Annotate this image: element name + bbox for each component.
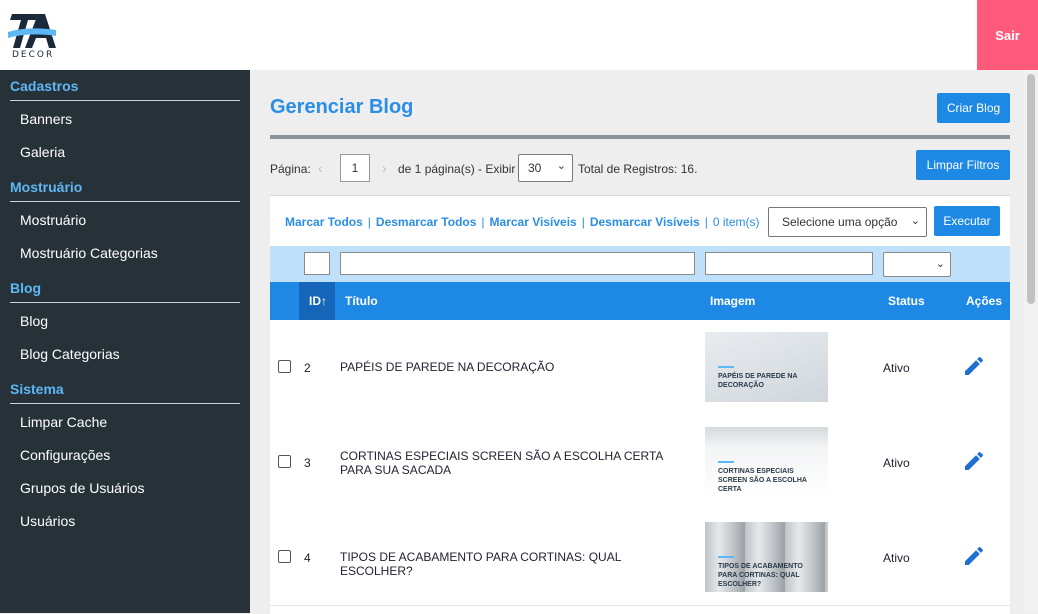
page-title: Gerenciar Blog [270, 96, 414, 118]
sidebar-item-grupos-de-usuarios[interactable]: Grupos de Usuários [20, 474, 240, 502]
unmark-all-link[interactable]: Desmarcar Todos [376, 215, 476, 229]
thumbnail-caption: CORTINAS ESPECIAIS SCREEN SÃO A ESCOLHA … [718, 468, 807, 493]
row-checkbox[interactable] [278, 455, 291, 468]
sidebar: Cadastros Banners Galeria Mostruário Mos… [0, 70, 250, 613]
next-page-icon[interactable]: › [382, 160, 387, 176]
filter-id-input[interactable] [304, 252, 330, 275]
row-status: Ativo [883, 456, 910, 470]
mark-visible-link[interactable]: Marcar Visíveis [490, 215, 577, 229]
row-status: Ativo [883, 361, 910, 375]
sidebar-section-blog: Blog [10, 272, 240, 303]
row-title: PAPÉIS DE PAREDE NA DECORAÇÃO [340, 360, 555, 374]
page-label: Página: [270, 162, 311, 176]
execute-button[interactable]: Executar [934, 206, 1000, 236]
page-scrollbar[interactable] [1024, 70, 1038, 613]
chevron-down-icon: ⌄ [910, 215, 920, 227]
sidebar-item-blog[interactable]: Blog [20, 307, 240, 335]
sidebar-item-mostruario[interactable]: Mostruário [20, 206, 240, 234]
title-divider [270, 135, 1010, 139]
row-thumbnail: CORTINAS ESPECIAIS SCREEN SÃO A ESCOLHA … [705, 427, 828, 497]
row-id: 2 [304, 361, 311, 375]
sidebar-item-usuarios[interactable]: Usuários [20, 507, 240, 535]
thumbnail-caption: TIPOS DE ACABAMENTO PARA CORTINAS: QUAL … [718, 563, 803, 588]
edit-pencil-icon[interactable] [962, 354, 986, 378]
sidebar-item-limpar-cache[interactable]: Limpar Cache [20, 408, 240, 436]
table-row: 2 PAPÉIS DE PAREDE NA DECORAÇÃO PAPÉIS D… [270, 320, 1010, 416]
row-checkbox[interactable] [278, 550, 291, 563]
filter-row: ⌄ [270, 246, 1010, 282]
edit-pencil-icon[interactable] [962, 449, 986, 473]
page-number-input[interactable]: 1 [340, 154, 370, 182]
sidebar-item-banners[interactable]: Banners [20, 105, 240, 133]
col-actions: Ações [966, 294, 1003, 308]
logo-word: DECOR [12, 50, 55, 60]
sort-id-column[interactable]: ID↑ [299, 282, 335, 320]
chevron-down-icon: ⌄ [935, 258, 945, 270]
row-status: Ativo [883, 551, 910, 565]
pagination-bar: Página: ‹ 1 › de 1 página(s) - Exibir 30… [270, 153, 1010, 183]
mark-all-link[interactable]: Marcar Todos [285, 215, 363, 229]
row-id: 3 [304, 456, 311, 470]
per-page-value: 30 [528, 161, 542, 175]
bulk-action-placeholder: Selecione uma opção [782, 215, 898, 229]
row-checkbox[interactable] [278, 360, 291, 373]
filter-image-input[interactable] [705, 252, 873, 275]
clear-filters-button[interactable]: Limpar Filtros [916, 150, 1010, 180]
total-records: Total de Registros: 16. [578, 162, 698, 176]
col-title[interactable]: Título [345, 294, 378, 308]
unmark-visible-link[interactable]: Desmarcar Visíveis [590, 215, 700, 229]
row-thumbnail: PAPÉIS DE PAREDE NA DECORAÇÃO [705, 332, 828, 402]
logout-button[interactable]: Sair [977, 0, 1038, 70]
blog-table-panel: Marcar Todos | Desmarcar Todos | Marcar Visí… [270, 195, 1010, 614]
per-page-select[interactable]: 30 ⌄ [518, 154, 573, 182]
scrollbar-thumb[interactable] [1027, 74, 1035, 304]
thumbnail-caption: PAPÉIS DE PAREDE NA DECORAÇÃO [718, 373, 798, 389]
prev-page-icon[interactable]: ‹ [318, 160, 323, 176]
row-title: TIPOS DE ACABAMENTO PARA CORTINAS: QUAL … [340, 550, 621, 578]
col-image[interactable]: Imagem [710, 294, 755, 308]
create-blog-button[interactable]: Criar Blog [937, 93, 1010, 123]
selected-count: 0 item(s) [712, 215, 760, 229]
logo-mark-icon [8, 14, 56, 48]
sidebar-section-sistema: Sistema [10, 373, 240, 404]
sidebar-section-cadastros: Cadastros [10, 70, 240, 101]
page-count-text: de 1 página(s) - Exibir [398, 162, 516, 176]
col-status[interactable]: Status [888, 294, 925, 308]
table-row: 4 TIPOS DE ACABAMENTO PARA CORTINAS: QUA… [270, 510, 1010, 606]
main-content: Gerenciar Blog Criar Blog Página: ‹ 1 › … [250, 70, 1024, 614]
row-id: 4 [304, 551, 311, 565]
row-thumbnail: TIPOS DE ACABAMENTO PARA CORTINAS: QUAL … [705, 522, 828, 592]
sidebar-item-galeria[interactable]: Galeria [20, 138, 240, 166]
filter-title-input[interactable] [340, 252, 695, 275]
bulk-action-select[interactable]: Selecione uma opção ⌄ [768, 207, 927, 237]
table-row: 3 CORTINAS ESPECIAIS SCREEN SÃO A ESCOLH… [270, 415, 1010, 511]
row-title: CORTINAS ESPECIAIS SCREEN SÃO A ESCOLHA … [340, 449, 663, 477]
chevron-down-icon: ⌄ [556, 160, 566, 172]
sidebar-item-configuracoes[interactable]: Configurações [20, 441, 240, 469]
bulk-selection-links: Marcar Todos | Desmarcar Todos | Marcar Visí… [285, 215, 760, 229]
sort-arrow-icon: ↑ [321, 294, 327, 308]
sidebar-section-mostruario: Mostruário [10, 171, 240, 202]
col-id: ID↑ [309, 294, 327, 308]
sidebar-item-blog-categorias[interactable]: Blog Categorias [20, 340, 240, 368]
edit-pencil-icon[interactable] [962, 544, 986, 568]
filter-status-select[interactable]: ⌄ [883, 252, 951, 277]
top-bar: DECOR Sair [0, 0, 1038, 70]
sidebar-item-mostruario-categorias[interactable]: Mostruário Categorias [20, 239, 240, 267]
table-header: ID↑ Título Imagem Status Ações [270, 282, 1010, 320]
